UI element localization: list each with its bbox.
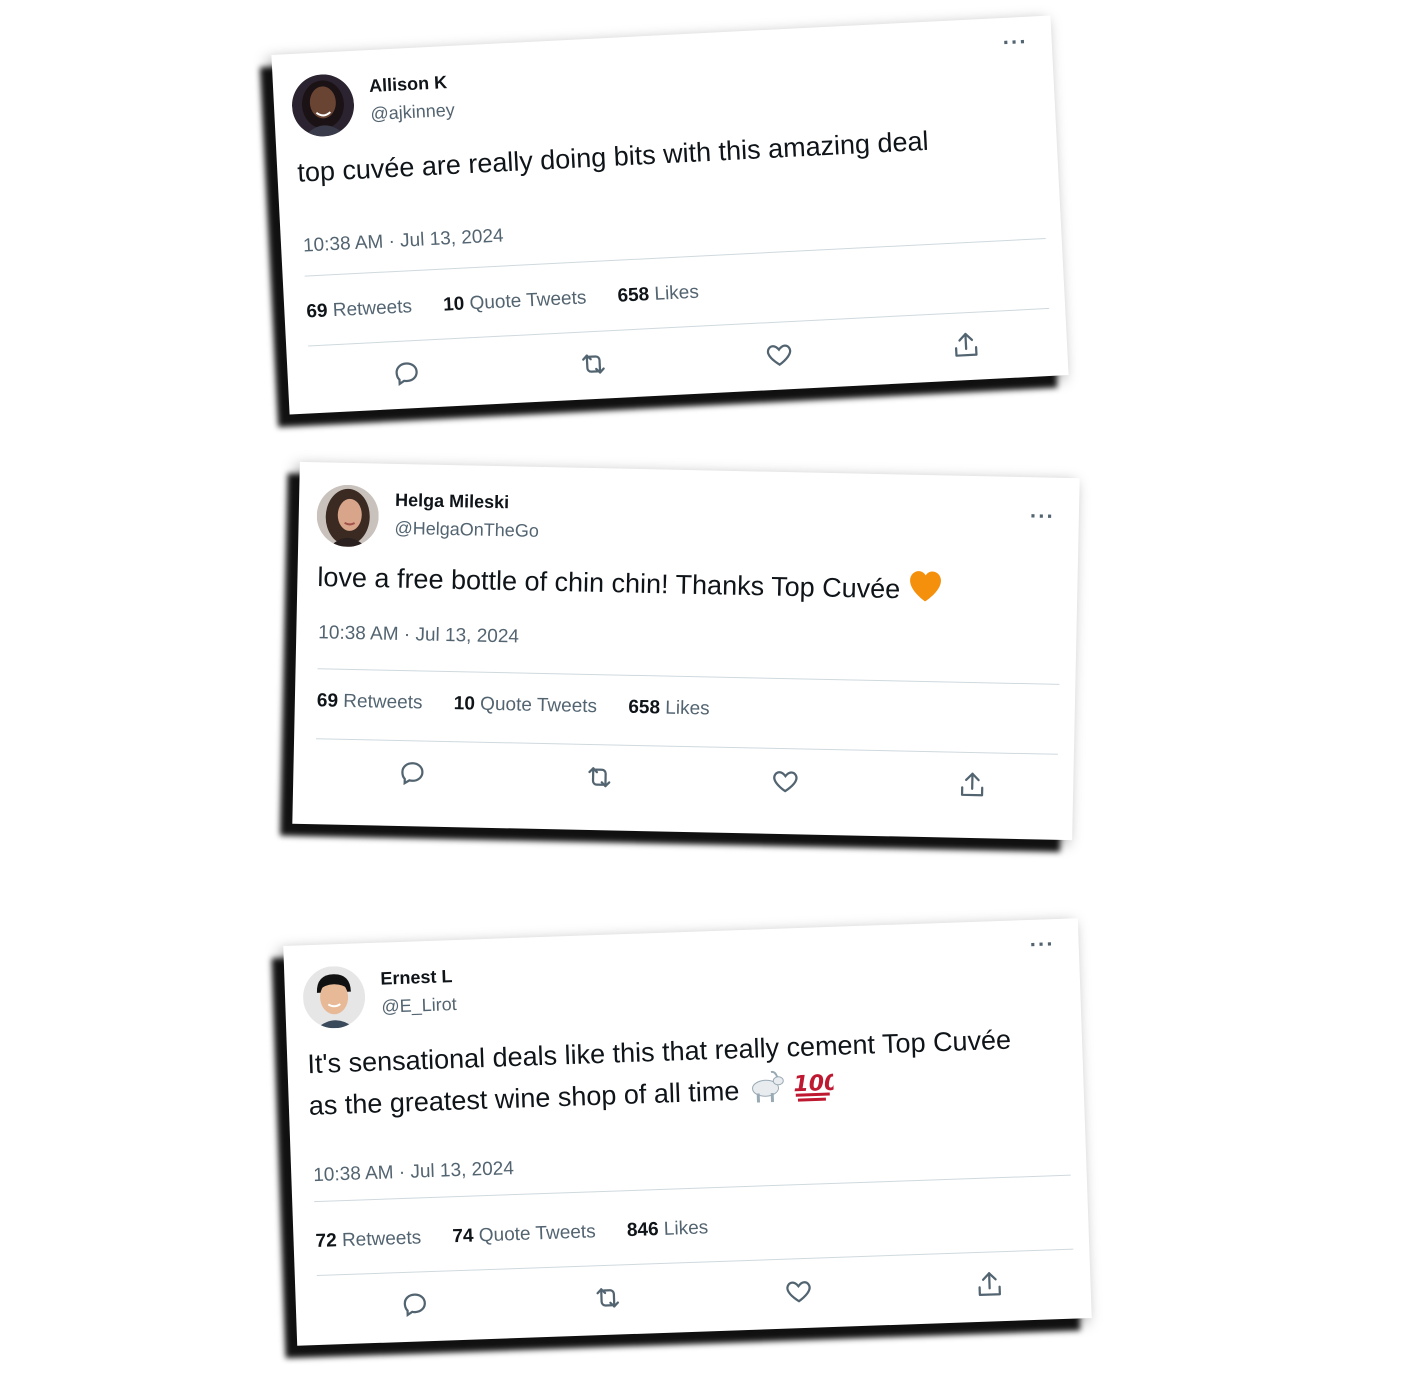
display-name[interactable]: Allison K <box>369 72 448 97</box>
more-icon[interactable]: ··· <box>1030 503 1056 529</box>
retweets-label: Retweets <box>332 296 413 322</box>
retweet-icon[interactable] <box>591 1282 624 1315</box>
user-handle[interactable]: @ajkinney <box>370 100 455 125</box>
retweets-count: 69 <box>316 690 339 712</box>
retweet-icon[interactable] <box>577 348 611 382</box>
like-icon[interactable] <box>763 339 797 373</box>
engagement-stats: 69 Retweets 10 Quote Tweets 658 Likes <box>317 690 736 721</box>
goat-icon <box>745 1068 787 1117</box>
user-handle[interactable]: @E_Lirot <box>381 994 457 1018</box>
likes-stat[interactable]: 658 Likes <box>617 282 699 308</box>
retweets-label: Retweets <box>343 690 423 714</box>
hundred-points-icon: 100 <box>791 1066 840 1115</box>
tweet-text-content: love a free bottle of chin chin! Thanks … <box>317 561 901 605</box>
share-icon[interactable] <box>957 770 990 803</box>
retweets-stat[interactable]: 69 Retweets <box>317 690 423 714</box>
likes-label: Likes <box>665 697 710 720</box>
tweet-text-content: top cuvée are really doing bits with thi… <box>296 125 930 188</box>
reply-icon[interactable] <box>397 758 430 791</box>
display-name[interactable]: Helga Mileski <box>395 490 509 513</box>
avatar[interactable] <box>316 484 380 548</box>
likes-stat[interactable]: 658 Likes <box>628 697 710 721</box>
tweet-timestamp[interactable]: 10:38 AM · Jul 13, 2024 <box>318 622 519 648</box>
quote-tweets-stat[interactable]: 74 Quote Tweets <box>452 1221 596 1248</box>
share-icon[interactable] <box>950 329 984 363</box>
retweet-icon[interactable] <box>583 762 616 795</box>
likes-count: 846 <box>626 1219 659 1242</box>
quote-tweets-label: Quote Tweets <box>479 693 598 718</box>
retweets-stat[interactable]: 69 Retweets <box>306 296 413 323</box>
like-icon[interactable] <box>783 1276 816 1309</box>
tweet-text: It's sensational deals like this that re… <box>307 1020 1025 1131</box>
tweet-card-1: ··· Allison K @ajkinney top cuvée are re… <box>271 15 1069 415</box>
quote-tweets-label: Quote Tweets <box>469 287 587 315</box>
display-name[interactable]: Ernest L <box>380 966 453 990</box>
share-icon[interactable] <box>974 1269 1007 1302</box>
like-icon[interactable] <box>770 766 803 799</box>
retweets-count: 72 <box>315 1230 338 1253</box>
avatar[interactable] <box>302 965 367 1030</box>
retweets-stat[interactable]: 72 Retweets <box>315 1227 421 1253</box>
quote-tweets-count: 10 <box>442 293 465 316</box>
engagement-stats: 72 Retweets 74 Quote Tweets 846 Likes <box>315 1216 734 1253</box>
retweets-count: 69 <box>305 300 329 323</box>
tweet-text: love a free bottle of chin chin! Thanks … <box>317 556 1058 617</box>
likes-label: Likes <box>653 281 700 305</box>
avatar[interactable] <box>290 72 356 138</box>
collage-canvas: ··· Allison K @ajkinney top cuvée are re… <box>0 0 1407 1388</box>
divider <box>316 738 1058 755</box>
reply-icon[interactable] <box>399 1289 432 1322</box>
user-handle[interactable]: @HelgaOnTheGo <box>394 518 539 542</box>
tweet-card-3: ··· Ernest L @E_Lirot It's sensational d… <box>283 918 1092 1346</box>
orange-heart-icon <box>906 569 945 615</box>
likes-label: Likes <box>663 1217 709 1240</box>
tweet-actions <box>309 326 1052 403</box>
more-icon[interactable]: ··· <box>1029 931 1055 957</box>
tweet-text: top cuvée are really doing bits with thi… <box>296 116 1037 193</box>
tweet-text-content: It's sensational deals like this that re… <box>306 1024 1012 1122</box>
tweet-actions <box>317 1267 1075 1333</box>
reply-icon[interactable] <box>391 358 425 392</box>
tweet-actions <box>315 756 1058 812</box>
likes-count: 658 <box>617 284 650 307</box>
tweet-card-2: ··· Helga Mileski @HelgaOnTheGo love a f… <box>292 461 1080 841</box>
divider <box>317 668 1060 685</box>
engagement-stats: 69 Retweets 10 Quote Tweets 658 Likes <box>306 280 725 323</box>
quote-tweets-count: 74 <box>452 1225 474 1248</box>
quote-tweets-stat[interactable]: 10 Quote Tweets <box>454 693 598 718</box>
likes-stat[interactable]: 846 Likes <box>627 1217 709 1242</box>
quote-tweets-count: 10 <box>453 693 476 715</box>
quote-tweets-stat[interactable]: 10 Quote Tweets <box>443 287 587 316</box>
quote-tweets-label: Quote Tweets <box>478 1221 597 1247</box>
tweet-timestamp[interactable]: 10:38 AM · Jul 13, 2024 <box>303 225 505 257</box>
retweets-label: Retweets <box>341 1227 422 1252</box>
tweet-timestamp[interactable]: 10:38 AM · Jul 13, 2024 <box>313 1158 514 1187</box>
likes-count: 658 <box>628 696 661 719</box>
more-icon[interactable]: ··· <box>1002 29 1028 55</box>
